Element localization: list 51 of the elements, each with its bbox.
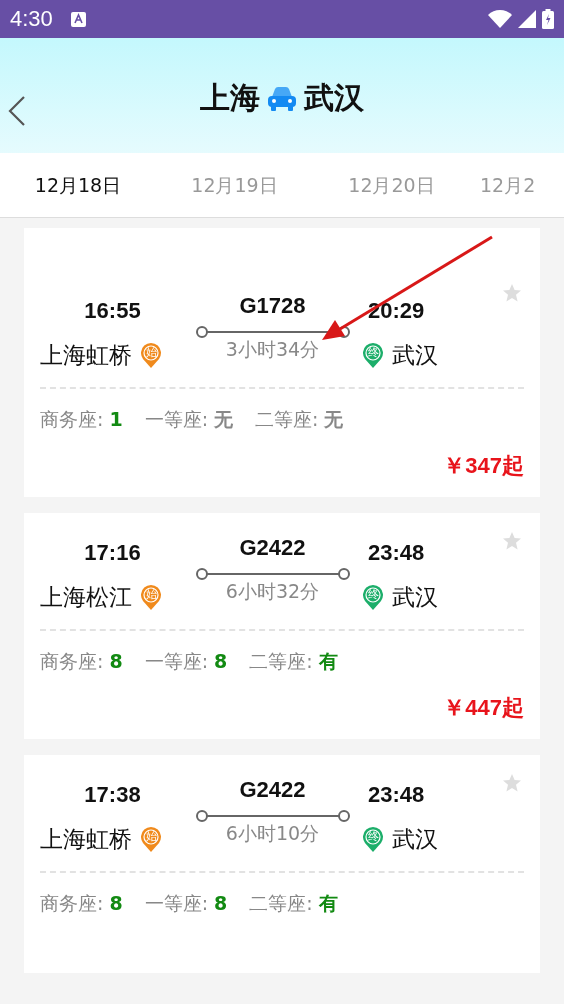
end-pin-icon: 终 — [362, 342, 384, 369]
wifi-icon — [488, 10, 512, 28]
train-card[interactable]: 16:55 上海虹桥 始 G1728 3小时34分 20:29 终 武汉 商务座: 1 一等座: 无 二等座: 无 ￥347起 — [24, 228, 540, 497]
destination-city: 武汉 — [304, 79, 364, 117]
seat-availability: 二等座: 有 — [249, 891, 338, 916]
seat-availability: 一等座: 无 — [144, 407, 234, 432]
end-pin-icon: 终 — [362, 584, 384, 611]
arrive-time: 23:48 — [368, 540, 425, 566]
origin-city: 上海 — [200, 79, 260, 117]
start-pin-icon: 始 — [140, 584, 162, 611]
arrival-station: 武汉 — [392, 583, 438, 612]
start-pin-icon: 始 — [140, 826, 162, 853]
status-time: 4:30 — [10, 6, 53, 32]
arrive-time: 20:29 — [368, 298, 425, 324]
depart-time: 16:55 — [83, 298, 142, 324]
star-icon[interactable] — [502, 531, 522, 551]
train-card[interactable]: 17:38 上海虹桥 始 G2422 6小时10分 23:48 终 武汉 商务座: 8 一等座: 8 二等座: 有 — [24, 755, 540, 973]
price: ￥447起 — [442, 694, 524, 722]
star-icon[interactable] — [502, 773, 522, 793]
duration: 6小时32分 — [225, 579, 320, 604]
arrival-station: 武汉 — [392, 341, 438, 370]
start-pin-icon: 始 — [140, 342, 162, 369]
departure-station: 上海虹桥 — [40, 825, 132, 854]
seat-availability: 商务座: 1 — [40, 407, 123, 432]
train-card[interactable]: 17:16 上海松江 始 G2422 6小时32分 23:48 终 武汉 商务座: 8 一等座: 8 二等座: 有 ￥447起 — [24, 513, 540, 739]
keyboard-icon — [70, 11, 86, 27]
car-icon — [266, 84, 298, 113]
star-icon[interactable] — [502, 283, 522, 303]
seat-availability: 一等座: 8 — [144, 891, 228, 916]
signal-icon — [518, 10, 536, 28]
depart-time: 17:16 — [83, 540, 142, 566]
train-number: G1728 — [239, 293, 306, 319]
duration: 6小时10分 — [225, 821, 320, 846]
battery-icon — [542, 9, 554, 29]
train-number: G2422 — [239, 535, 306, 561]
price: ￥347起 — [442, 452, 524, 480]
duration: 3小时34分 — [225, 337, 320, 362]
seat-availability: 商务座: 8 — [40, 649, 123, 674]
arrive-time: 23:48 — [368, 782, 425, 808]
arrival-station: 武汉 — [392, 825, 438, 854]
train-number: G2422 — [239, 777, 306, 803]
seat-availability: 一等座: 8 — [144, 649, 228, 674]
back-icon[interactable] — [8, 96, 26, 126]
seat-availability: 二等座: 无 — [255, 407, 344, 432]
departure-station: 上海虹桥 — [40, 341, 132, 370]
depart-time: 17:38 — [83, 782, 142, 808]
departure-station: 上海松江 — [40, 583, 132, 612]
end-pin-icon: 终 — [362, 826, 384, 853]
seat-availability: 商务座: 8 — [40, 891, 123, 916]
seat-availability: 二等座: 有 — [249, 649, 338, 674]
date-tab[interactable]: 12月18日 — [0, 153, 156, 217]
